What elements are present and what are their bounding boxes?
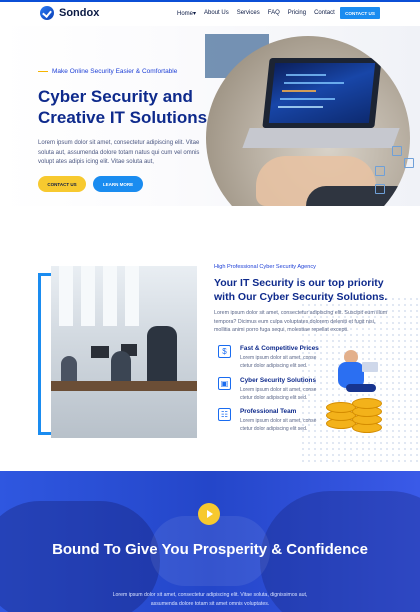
feature-text: Lorem ipsum dolor sit amet, conse ctetur…: [240, 387, 317, 401]
cta-banner: Bound To Give You Prosperity & Confidenc…: [0, 471, 420, 612]
price-tag-icon: $: [218, 345, 231, 358]
feature-title: Fast & Competitive Prices: [240, 345, 319, 352]
check-shield-icon: [40, 6, 54, 20]
hero-contact-button[interactable]: CONTACT US: [38, 176, 86, 192]
hero-section: Make Online Security Easier & Comfortabl…: [0, 26, 420, 206]
kicker-line: [38, 71, 48, 72]
play-video-button[interactable]: [198, 503, 220, 525]
banner-text: Lorem ipsum dolor sit amet, consectetur …: [112, 592, 308, 607]
menu-item-pricing[interactable]: Pricing: [288, 10, 306, 17]
logo[interactable]: Sondox: [40, 6, 99, 20]
feature-text: Lorem ipsum dolor sit amet, conse ctetur…: [240, 355, 317, 369]
decorative-square-outline: [404, 158, 414, 168]
chevron-down-icon: ▾: [193, 11, 197, 17]
feature-title: Professional Team: [240, 408, 297, 415]
hero-description: Lorem ipsum dolor sit amet, consectetur …: [38, 140, 200, 165]
top-navbar: Sondox Home▾ About Us Services FAQ Prici…: [0, 0, 420, 26]
menu-item-home[interactable]: Home▾: [177, 10, 196, 17]
menu-item-services[interactable]: Services: [237, 10, 260, 17]
team-icon: ☷: [218, 408, 231, 421]
section-kicker: High Professional Cyber Security Agency: [214, 264, 316, 270]
feature-title: Cyber Security Solutions: [240, 377, 316, 384]
hero-learn-more-button[interactable]: LEARN MORE: [93, 176, 143, 192]
section-description: Lorem ipsum dolor sit amet, consectetur …: [214, 310, 388, 333]
section-title: Your IT Security is our top priority wit…: [214, 277, 388, 303]
coin-stack-illustration: [322, 338, 392, 438]
logo-text: Sondox: [59, 7, 100, 19]
feature-text: Lorem ipsum dolor sit amet, conse ctetur…: [240, 418, 317, 432]
office-team-image: [51, 266, 197, 438]
hero-title: Cyber Security and Creative IT Solutions: [38, 87, 208, 127]
nav-contact-button[interactable]: CONTACT US: [340, 7, 380, 19]
chip-icon: ▣: [218, 377, 231, 390]
main-menu: Home▾ About Us Services FAQ Pricing Cont…: [177, 10, 335, 17]
menu-item-contact[interactable]: Contact: [314, 10, 335, 17]
menu-item-about[interactable]: About Us: [204, 10, 229, 17]
banner-title: Bound To Give You Prosperity & Confidenc…: [52, 541, 368, 558]
hero-kicker: Make Online Security Easier & Comfortabl…: [38, 68, 177, 75]
decorative-square-outline: [375, 166, 385, 176]
security-section: High Professional Cyber Security Agency …: [0, 206, 420, 471]
decorative-square-outline: [375, 184, 385, 194]
decorative-square-outline: [392, 146, 402, 156]
menu-item-faq[interactable]: FAQ: [268, 10, 280, 17]
